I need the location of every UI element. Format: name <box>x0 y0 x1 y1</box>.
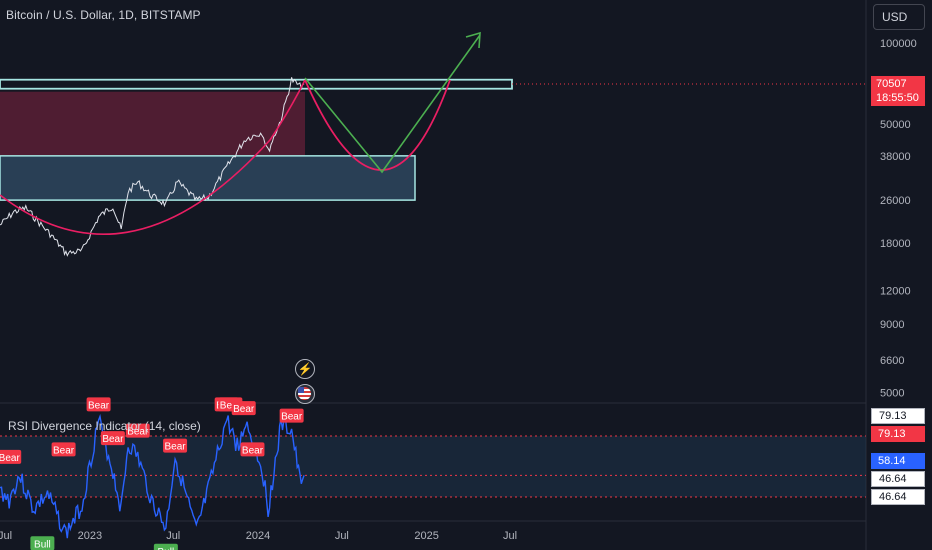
price-tick-5: 18000 <box>880 238 911 250</box>
rsi-current-tag: 58.14 <box>871 453 925 469</box>
signal-bull-8: Bull <box>153 543 178 550</box>
symbol-title: Bitcoin / U.S. Dollar, 1D, BITSTAMP <box>6 8 201 22</box>
price-tick-7: 9000 <box>880 319 904 331</box>
support-zone-fill <box>0 155 415 201</box>
price-tick-0: 100000 <box>880 38 917 50</box>
price-tick-6: 12000 <box>880 285 911 297</box>
us-flag-icon[interactable] <box>295 384 315 404</box>
price-tick-4: 26000 <box>880 195 911 207</box>
svg-text:Bear: Bear <box>0 453 20 464</box>
rsi-level-tag-top: 79.13 <box>871 408 925 424</box>
price-tick-3: 38000 <box>880 151 911 163</box>
signal-bear-14: Bear <box>240 442 265 457</box>
time-tick-1: 2023 <box>78 530 102 542</box>
rsi-bull-level-tag: 46.64 <box>871 471 925 487</box>
signal-bear-3: Bear <box>51 442 76 457</box>
svg-text:Bear: Bear <box>281 412 303 423</box>
time-tick-3: 2024 <box>246 530 270 542</box>
signal-bear-5: Bear <box>86 397 111 412</box>
price-tick-9: 5000 <box>880 387 904 399</box>
time-tick-6: Jul <box>503 530 517 542</box>
indicator-title[interactable]: RSI Divergence Indicator (14, close) <box>8 419 201 433</box>
svg-text:Bear: Bear <box>102 434 124 445</box>
svg-text:Bear: Bear <box>165 442 187 453</box>
svg-text:Bull: Bull <box>34 539 51 550</box>
time-tick-4: Jul <box>335 530 349 542</box>
lightning-icon[interactable]: ⚡ <box>295 359 315 379</box>
signal-bear-13: Bear <box>231 401 256 416</box>
signal-bear-15: Bear <box>279 408 304 423</box>
signal-bull-1: Bull <box>30 536 55 550</box>
resistance-zone-fill <box>0 91 305 156</box>
signal-bear-9: Bear <box>163 438 188 453</box>
chart-canvas: BearBullBullBearBullBearBearBearBullBear… <box>0 0 932 550</box>
signal-bear-6: Bear <box>100 431 125 446</box>
price-tick-2: 50000 <box>880 119 911 131</box>
currency-button[interactable]: USD <box>873 4 925 30</box>
svg-text:Bear: Bear <box>88 400 110 411</box>
rsi-band <box>0 436 866 497</box>
svg-text:Bear: Bear <box>53 445 75 456</box>
time-tick-5: 2025 <box>414 530 438 542</box>
rsi-bear-level-tag: 79.13 <box>871 426 925 442</box>
time-tick-0: Jul <box>0 530 12 542</box>
last-price-value: 70507 <box>876 78 907 90</box>
last-price-tag: 70507 18:55:50 <box>871 76 925 106</box>
bar-countdown: 18:55:50 <box>876 92 919 104</box>
time-tick-2: Jul <box>166 530 180 542</box>
svg-text:Bear: Bear <box>242 445 264 456</box>
price-tick-8: 6600 <box>880 355 904 367</box>
signal-bear-0: Bear <box>0 449 22 464</box>
svg-text:Bear: Bear <box>233 404 255 415</box>
rsi-level-tag-bottom: 46.64 <box>871 489 925 505</box>
